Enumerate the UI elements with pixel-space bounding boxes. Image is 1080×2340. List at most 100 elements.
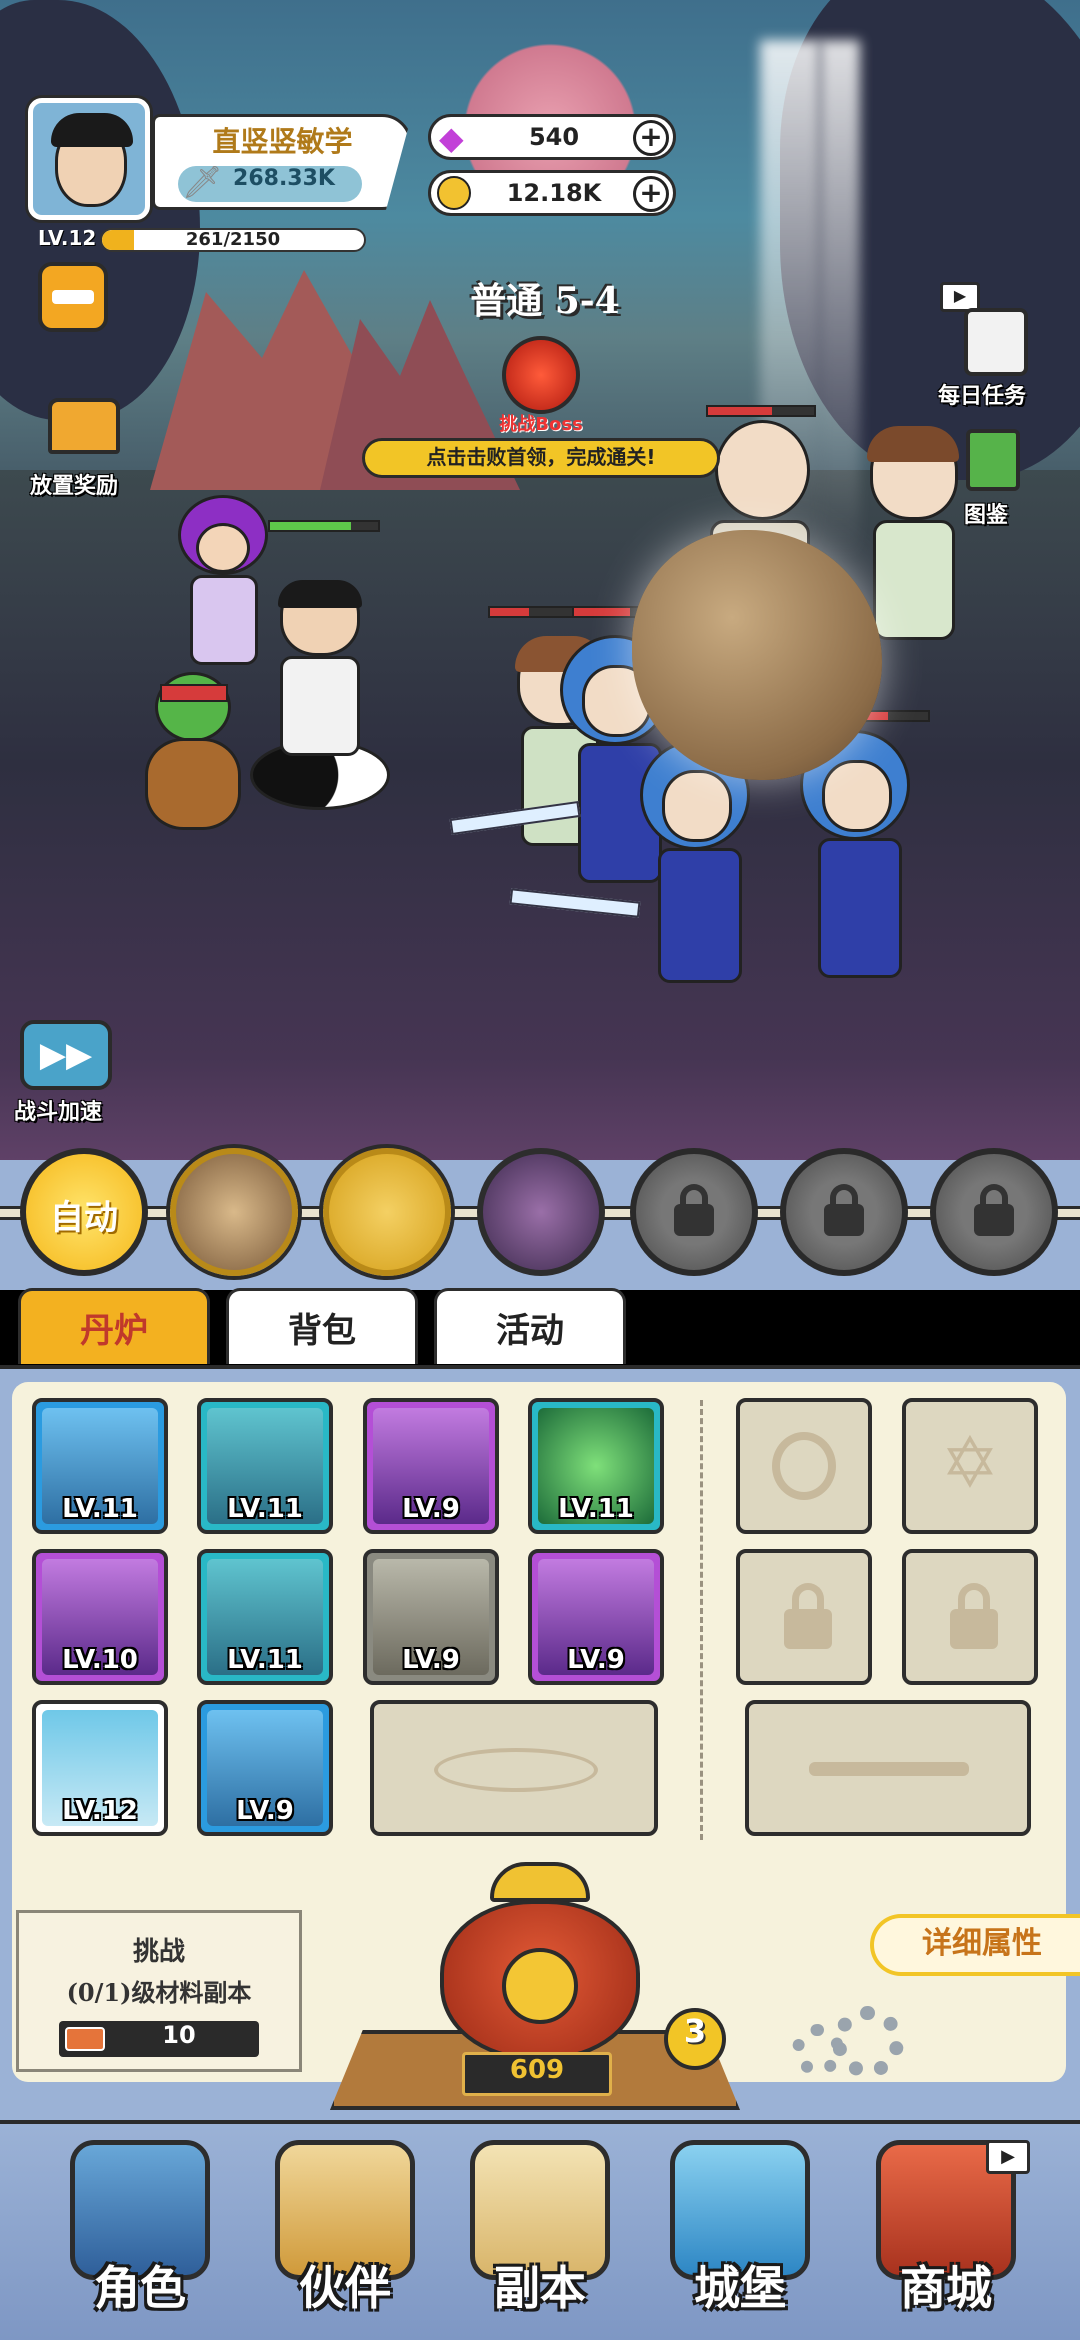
gem-counter[interactable]: ◆ 540 + [428,114,676,160]
nav-castle[interactable]: 城堡 [650,2140,830,2330]
player-name: 直竖竖敏学 [212,125,353,158]
stage-title: 普通 5-4 [470,280,620,322]
lock-icon [950,1583,998,1653]
equip-level: LV.9 [567,1645,625,1675]
slot-weapon[interactable] [745,1700,1031,1836]
equip-spear[interactable]: LV.11 [32,1398,168,1534]
furnace[interactable] [420,1862,660,2072]
equip-bell[interactable]: LV.9 [363,1549,499,1685]
codex-label: 图鉴 [964,503,1009,528]
equip-level: LV.12 [62,1796,138,1826]
equip-armor[interactable]: LV.11 [197,1398,333,1534]
equip-level: LV.9 [402,1645,460,1675]
auto-button[interactable]: 自动 [20,1148,148,1276]
equip-boots[interactable]: LV.9 [197,1700,333,1836]
settings-gear-icon[interactable] [792,2002,910,2090]
equip-belt[interactable]: LV.12 [32,1700,168,1836]
slot-hexagram[interactable]: ✡ [902,1398,1038,1534]
exp-bar: 261/2150 [100,228,366,252]
tab-activity[interactable]: 活动 [434,1288,626,1364]
enemy-blue-hair[interactable] [800,730,920,990]
power-bar: 🗡 268.33K [178,163,362,202]
boss-hint-banner[interactable]: 点击击败首领，完成通关! [362,438,720,478]
idle-reward-button[interactable]: 放置奖励 [30,380,150,500]
detail-attributes-button[interactable]: 详细属性 [870,1914,1080,1976]
book-icon [966,429,1020,491]
lock-icon [674,1184,714,1236]
add-gems-button[interactable]: + [633,120,669,156]
shield-icon [772,1432,836,1500]
equip-sword[interactable]: LV.10 [32,1549,168,1685]
skill-slot-locked[interactable] [780,1148,908,1276]
skill-slot-locked[interactable] [630,1148,758,1276]
equip-fire-orb[interactable]: LV.9 [528,1549,664,1685]
equip-orb[interactable]: LV.11 [528,1398,664,1534]
challenge-boss-button[interactable]: 挑战Boss [496,336,586,435]
demon-icon [502,336,580,414]
clipboard-icon [964,308,1028,376]
codex-button[interactable]: 图鉴 [960,425,1070,535]
ticket-icon [65,2027,105,2051]
nav-partner[interactable]: 伙伴 [255,2140,435,2330]
coin-amount: 12.18K [506,179,602,207]
coin-icon [437,176,471,210]
equip-robe[interactable]: LV.9 [363,1398,499,1534]
equip-level: LV.11 [227,1494,303,1524]
slot-locked[interactable] [902,1549,1038,1685]
trident-icon [809,1762,969,1776]
gem-icon: ◆ [439,119,464,157]
battle-speed-label: 战斗加速 [14,1100,103,1125]
equip-level: LV.10 [62,1645,138,1675]
challenge-title: 挑战 [132,1937,185,1967]
slot-emblem[interactable] [736,1398,872,1534]
furnace-value-plate: 609 [462,2052,612,2096]
hero-main[interactable] [250,580,390,810]
enemy-hp-bar [706,405,816,417]
nav-shop[interactable]: ▶ 商城 [856,2140,1036,2330]
nav-character[interactable]: 角色 [50,2140,230,2330]
skill-slot-giant[interactable] [323,1148,451,1276]
exp-text: 261/2150 [185,229,281,250]
enemy-hp-bar [488,606,578,618]
equip-level: LV.11 [227,1645,303,1675]
challenge-cost: 10 [162,2021,196,2049]
equip-jade-shield[interactable]: LV.11 [197,1549,333,1685]
player-avatar[interactable] [28,98,150,220]
daily-tasks-button[interactable]: ▶ 每日任务 [938,282,1070,412]
equip-level: LV.9 [236,1796,294,1826]
nav-shop-label: 商城 [900,2261,992,2315]
idle-reward-label: 放置奖励 [30,474,119,499]
furnace-level-badge: 3 [664,2008,726,2070]
nav-castle-label: 城堡 [694,2261,786,2315]
lock-icon [824,1184,864,1236]
fast-forward-icon: ▶▶ [20,1020,112,1090]
slot-locked[interactable] [736,1549,872,1685]
light-beam [820,40,860,560]
empty-equip-slot[interactable] [370,1700,658,1836]
nav-character-label: 角色 [94,2261,186,2315]
add-coins-button[interactable]: + [633,176,669,212]
menu-button[interactable] [38,262,108,332]
nav-dungeon[interactable]: 副本 [450,2140,630,2330]
minus-icon [52,290,94,304]
gem-amount: 540 [528,123,580,151]
hero-turtle[interactable] [140,660,250,830]
treasure-chest-icon [48,398,120,454]
boss-label: 挑战Boss [499,414,583,435]
player-power: 268.33K [233,166,335,191]
nav-dungeon-label: 副本 [494,2261,586,2315]
yin-yang-icon [502,1948,578,2024]
video-ad-icon: ▶ [986,2140,1030,2174]
challenge-card[interactable]: 挑战 (0/1)级材料副本 10 [16,1910,302,2072]
coin-counter[interactable]: 12.18K + [428,170,676,216]
tab-furnace[interactable]: 丹炉 [18,1288,210,1364]
skill-slot-locked[interactable] [930,1148,1058,1276]
boss-hint-text: 点击击败首领，完成通关! [426,445,656,469]
battle-speed-button[interactable]: ▶▶ 战斗加速 [14,1020,144,1125]
divider [700,1400,703,1840]
skill-slot-beast[interactable] [477,1148,605,1276]
equip-level: LV.11 [62,1494,138,1524]
tab-backpack[interactable]: 背包 [226,1288,418,1364]
star-icon: ✡ [940,1422,1000,1504]
skill-slot-boulder[interactable] [170,1148,298,1276]
